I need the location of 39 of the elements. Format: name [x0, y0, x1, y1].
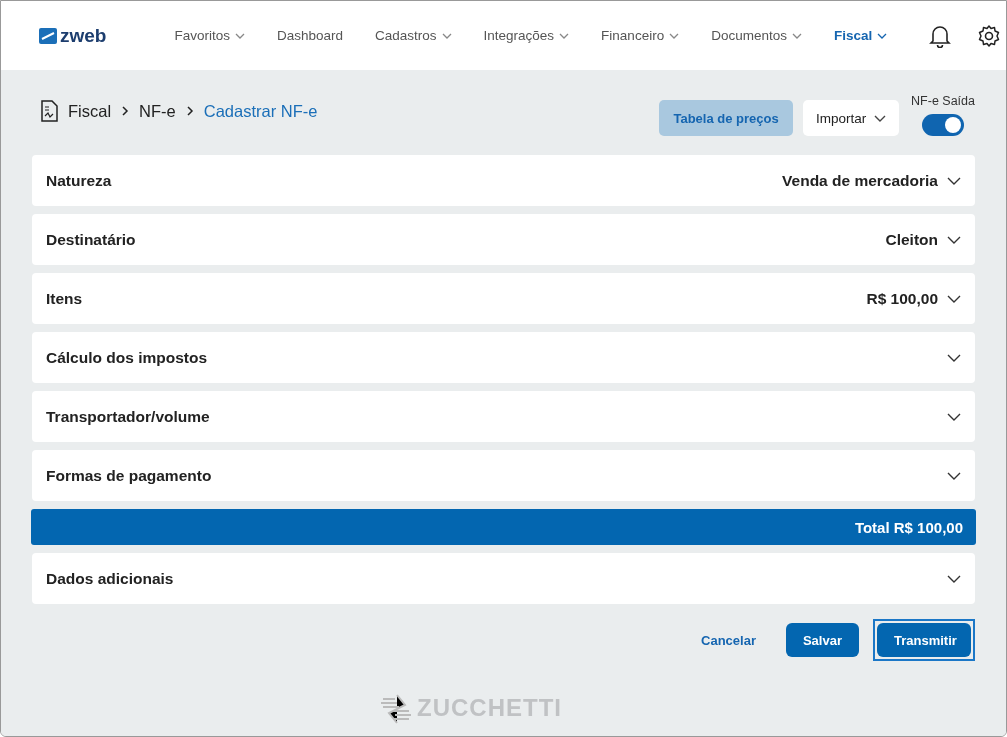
- section-card[interactable]: Itens R$ 100,00: [32, 273, 975, 324]
- section-card[interactable]: Formas de pagamento: [32, 450, 975, 501]
- nav-item[interactable]: Documentos: [695, 28, 818, 43]
- save-button[interactable]: Salvar: [785, 623, 859, 657]
- breadcrumb-item[interactable]: NF-e: [139, 101, 176, 121]
- chevron-down-icon: [947, 412, 961, 421]
- cancel-link[interactable]: Cancelar: [701, 632, 756, 648]
- nav-item[interactable]: Favoritos: [158, 28, 261, 43]
- document-icon: [40, 100, 58, 122]
- logo-text: zweb: [60, 24, 107, 47]
- chevron-down-icon: [947, 294, 961, 303]
- chevron-down-icon: [947, 353, 961, 362]
- chevron-down-icon: [947, 471, 961, 480]
- section-card[interactable]: Cálculo dos impostos: [32, 332, 975, 383]
- breadcrumb-item[interactable]: Fiscal: [68, 101, 112, 121]
- chevron-icon: [121, 105, 130, 117]
- chevron-icon: [185, 105, 194, 117]
- breadcrumb-item[interactable]: Cadastrar NF-e: [203, 101, 318, 121]
- settings-icon[interactable]: [977, 23, 1002, 48]
- nav-item[interactable]: Fiscal: [817, 28, 904, 43]
- transmit-button[interactable]: Transmitir: [877, 623, 971, 657]
- chevron-down-icon: [947, 176, 961, 185]
- import-dropdown[interactable]: Importar: [803, 100, 900, 136]
- section-card[interactable]: Transportador/volume: [32, 391, 975, 442]
- chevron-down-icon: [947, 235, 961, 244]
- nav-item[interactable]: Integrações: [467, 28, 586, 43]
- toggle-switch[interactable]: [922, 114, 965, 136]
- logo-icon: [39, 27, 57, 44]
- nav-item[interactable]: Dashboard: [261, 28, 360, 43]
- nav-item[interactable]: Cadastros: [359, 28, 468, 43]
- bell-icon[interactable]: [929, 23, 952, 48]
- total-bar: Total R$ 100,00: [31, 509, 976, 545]
- caret-icon: [874, 114, 887, 122]
- section-card[interactable]: Dados adicionais: [32, 553, 975, 604]
- nav-item[interactable]: Financeiro: [585, 28, 696, 43]
- toggle-label: NF-e Saída: [911, 94, 975, 108]
- section-card[interactable]: Destinatário Cleiton: [32, 214, 975, 265]
- chevron-down-icon: [947, 574, 961, 583]
- section-card[interactable]: Natureza Venda de mercadoria: [32, 155, 975, 206]
